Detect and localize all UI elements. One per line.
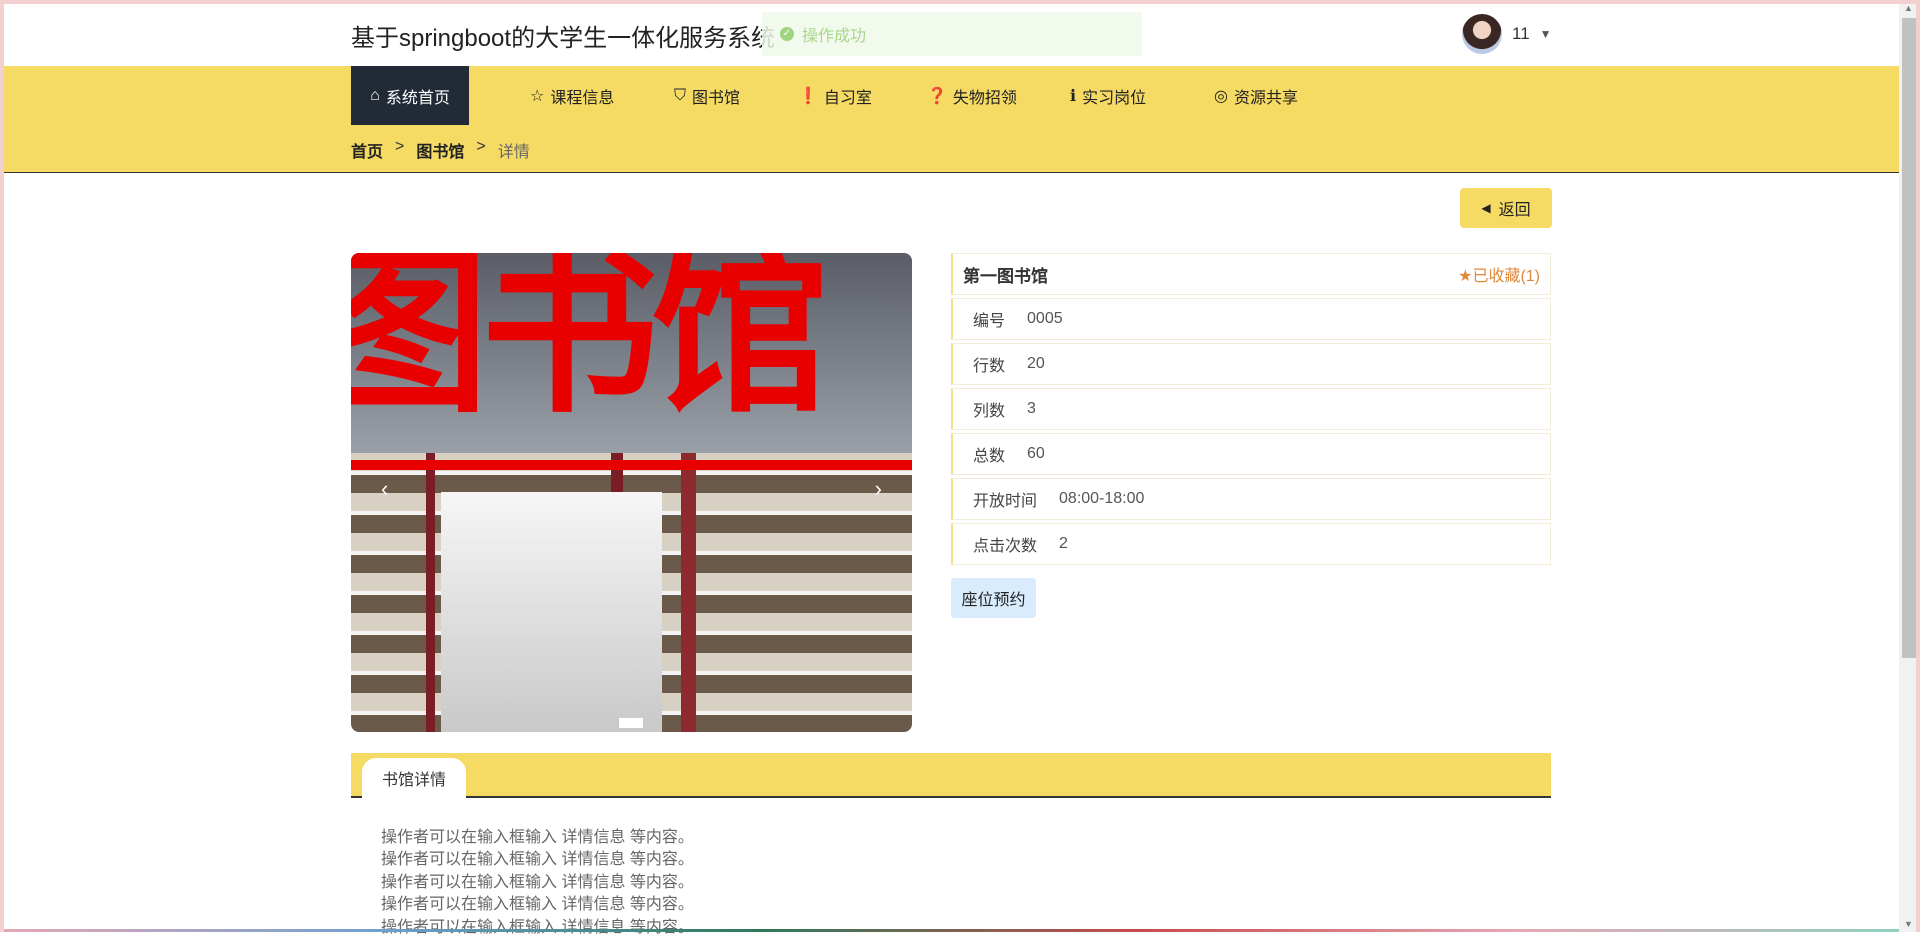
toast-text: 操作成功 bbox=[802, 28, 867, 45]
content-line: 操作者可以在输入框输入 详情信息 等内容。 bbox=[381, 873, 694, 891]
carousel-prev-icon[interactable]: ‹ bbox=[381, 476, 388, 502]
user-menu[interactable]: 11 ▼ bbox=[1462, 14, 1552, 54]
row-label: 列数 bbox=[973, 403, 1006, 420]
home-icon: ⌂ bbox=[370, 86, 380, 104]
caret-left-icon: ◀ bbox=[1481, 201, 1491, 215]
info-row: 点击次数 2 bbox=[951, 523, 1551, 565]
info-row: 编号 0005 bbox=[951, 298, 1551, 340]
breadcrumb-library[interactable]: 图书馆 bbox=[416, 138, 464, 162]
row-label: 编号 bbox=[973, 313, 1006, 330]
library-name: 第一图书馆 bbox=[963, 266, 1048, 286]
row-value: 3 bbox=[1027, 400, 1036, 417]
page-scrollbar[interactable]: ▲ ▼ bbox=[1899, 0, 1920, 932]
question-icon: ❓ bbox=[927, 87, 947, 105]
row-label: 总数 bbox=[973, 448, 1006, 465]
check-icon: ✓ bbox=[780, 27, 794, 41]
username: 11 bbox=[1512, 24, 1530, 43]
star-icon: ☆ bbox=[530, 87, 545, 105]
content-line: 操作者可以在输入框输入 详情信息 等内容。 bbox=[381, 918, 694, 936]
carousel-indicator[interactable] bbox=[619, 718, 643, 728]
nav-resources[interactable]: ◎ 资源共享 bbox=[1214, 66, 1298, 125]
detail-content: 操作者可以在输入框输入 详情信息 等内容。 操作者可以在输入框输入 详情信息 等… bbox=[381, 827, 694, 939]
tab-library-detail[interactable]: 书馆详情 bbox=[362, 758, 466, 798]
breadcrumb: 首页 > 图书馆 > 详情 bbox=[351, 138, 530, 162]
row-label: 开放时间 bbox=[973, 493, 1038, 510]
content-line: 操作者可以在输入框输入 详情信息 等内容。 bbox=[381, 851, 694, 869]
nav-library[interactable]: ⛉ 图书馆 bbox=[674, 66, 740, 125]
info-row: 行数 20 bbox=[951, 343, 1551, 385]
info-icon: ℹ bbox=[1070, 87, 1077, 105]
nav-label: 实习岗位 bbox=[1082, 89, 1147, 107]
scroll-up-icon[interactable]: ▲ bbox=[1904, 3, 1913, 13]
success-toast: ✓ 操作成功 bbox=[762, 12, 1142, 56]
info-row: 列数 3 bbox=[951, 388, 1551, 430]
detail-tabs: 书馆详情 bbox=[351, 753, 1551, 798]
content-line: 操作者可以在输入框输入 详情信息 等内容。 bbox=[381, 896, 694, 914]
nav-home[interactable]: ⌂ 系统首页 bbox=[351, 66, 469, 125]
breadcrumb-sep: > bbox=[395, 138, 405, 155]
favorite-label: 已收藏(1) bbox=[1472, 268, 1540, 285]
breadcrumb-current: 详情 bbox=[497, 144, 530, 161]
nav-courses[interactable]: ☆ 课程信息 bbox=[530, 66, 614, 125]
nav-label: 系统首页 bbox=[385, 89, 450, 107]
row-value: 60 bbox=[1027, 445, 1045, 462]
nav-label: 自习室 bbox=[823, 89, 872, 107]
back-button[interactable]: ◀ 返回 bbox=[1460, 188, 1552, 228]
back-label: 返回 bbox=[1498, 202, 1531, 219]
nav-study-room[interactable]: ❗ 自习室 bbox=[798, 66, 872, 125]
info-header: 第一图书馆 ★已收藏(1) bbox=[951, 253, 1551, 295]
photo-red-bar bbox=[351, 460, 912, 470]
nav-label: 课程信息 bbox=[550, 89, 615, 107]
row-value: 2 bbox=[1059, 535, 1068, 552]
info-row: 开放时间 08:00-18:00 bbox=[951, 478, 1551, 520]
nav-label: 资源共享 bbox=[1233, 89, 1298, 107]
main-nav: ⌂ 系统首页 ☆ 课程信息 ⛉ 图书馆 ❗ 自习室 ❓ 失物招领 ℹ 实习岗位 ◎ 资源共享 … bbox=[4, 66, 1899, 173]
avatar bbox=[1462, 14, 1502, 54]
carousel-next-icon[interactable]: › bbox=[875, 476, 882, 502]
row-value: 08:00-18:00 bbox=[1059, 490, 1145, 507]
bag-icon: ⛉ bbox=[674, 86, 687, 104]
row-value: 0005 bbox=[1027, 310, 1063, 327]
caret-down-icon: ▼ bbox=[1539, 27, 1552, 41]
scrollbar-thumb[interactable] bbox=[1902, 18, 1916, 658]
breadcrumb-home[interactable]: 首页 bbox=[351, 138, 383, 162]
row-label: 行数 bbox=[973, 358, 1006, 375]
nav-label: 图书馆 bbox=[692, 89, 741, 107]
breadcrumb-sep: > bbox=[476, 138, 486, 155]
library-info: 第一图书馆 ★已收藏(1) 编号 0005 行数 20 列数 3 总数 60 开放时间 08… bbox=[951, 253, 1551, 565]
scroll-down-icon[interactable]: ▼ bbox=[1904, 919, 1913, 929]
at-icon: ◎ bbox=[1214, 87, 1228, 105]
nav-internship[interactable]: ℹ 实习岗位 bbox=[1070, 66, 1146, 125]
seat-reservation-button[interactable]: 座位预约 bbox=[951, 578, 1036, 618]
info-row: 总数 60 bbox=[951, 433, 1551, 475]
photo-sign-text: 图书馆 bbox=[351, 253, 829, 433]
exclamation-icon: ❗ bbox=[798, 87, 818, 105]
library-carousel: 图书馆 ‹ › bbox=[351, 253, 912, 732]
nav-lost-found[interactable]: ❓ 失物招领 bbox=[927, 66, 1017, 125]
header: 基于springboot的大学生一体化服务系统 ✓ 操作成功 11 ▼ bbox=[0, 0, 1899, 66]
site-title: 基于springboot的大学生一体化服务系统 bbox=[351, 25, 776, 52]
star-icon: ★ bbox=[1458, 268, 1473, 285]
content-line: 操作者可以在输入框输入 详情信息 等内容。 bbox=[381, 829, 694, 846]
row-label: 点击次数 bbox=[973, 538, 1038, 555]
photo-floor bbox=[441, 492, 662, 732]
nav-label: 失物招领 bbox=[952, 89, 1017, 107]
favorite-button[interactable]: ★已收藏(1) bbox=[1458, 262, 1540, 286]
row-value: 20 bbox=[1027, 355, 1045, 372]
